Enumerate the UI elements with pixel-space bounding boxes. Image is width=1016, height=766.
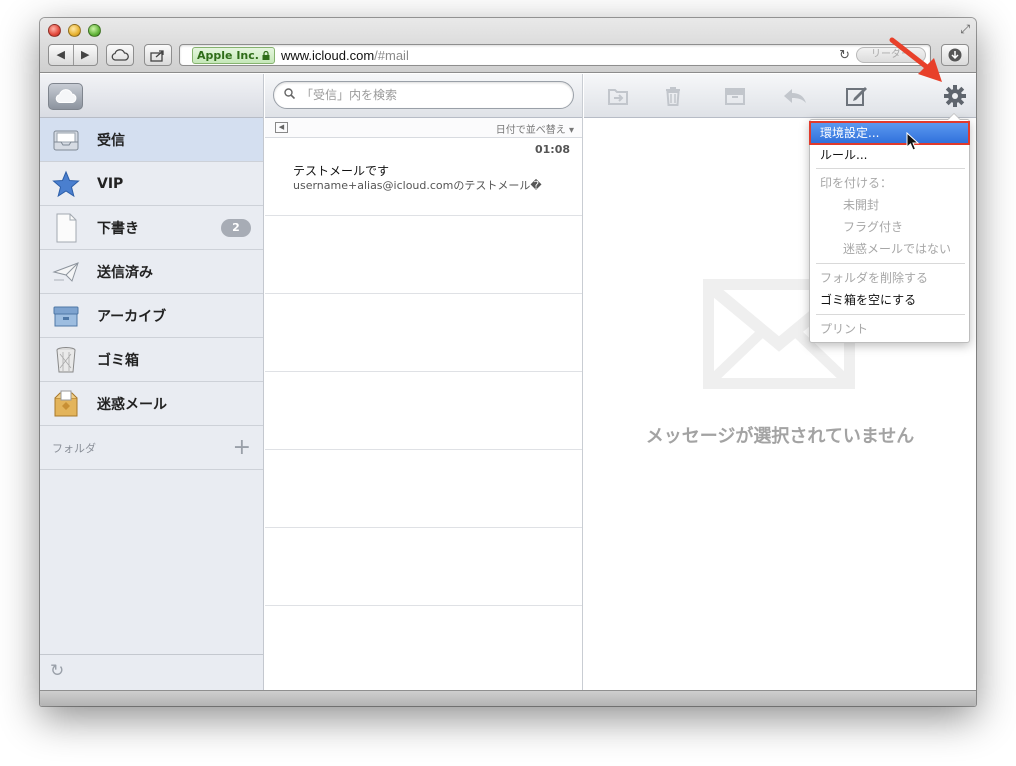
folders-section: フォルダ +	[40, 426, 263, 470]
zoom-window-button[interactable]	[88, 24, 101, 37]
menu-separator	[816, 168, 965, 169]
empty-row	[265, 294, 582, 372]
close-window-button[interactable]	[48, 24, 61, 37]
menu-item-unread[interactable]: 未開封	[810, 194, 969, 216]
forward-button[interactable]: ▶	[72, 45, 98, 65]
mouse-pointer-icon	[906, 132, 920, 151]
mailbox-trash[interactable]: ゴミ箱	[40, 338, 263, 382]
menu-item-print[interactable]: プリント	[810, 318, 969, 340]
cloud-icon	[55, 89, 76, 103]
icloud-tabs-button[interactable]	[106, 44, 134, 66]
inbox-icon	[51, 125, 81, 155]
mailbox-label: 受信	[97, 132, 125, 149]
mailbox-label: ゴミ箱	[97, 352, 139, 369]
icloud-app-switcher-button[interactable]	[48, 83, 83, 110]
search-field[interactable]	[273, 81, 574, 109]
message-list-pane: ◀ 日付で並べ替え ▾ 01:08 テストメールです username+alia…	[265, 74, 583, 690]
refresh-icon[interactable]: ↻	[50, 661, 64, 681]
move-folder-icon	[608, 89, 628, 105]
address-bar[interactable]: Apple Inc. www.icloud.com/#mail ↻ リーダー	[179, 44, 931, 66]
mailbox-inbox[interactable]: 受信	[40, 118, 263, 162]
back-button[interactable]: ◀	[49, 45, 73, 65]
ev-certificate-badge[interactable]: Apple Inc.	[192, 46, 275, 64]
mailbox-drafts[interactable]: 下書き 2	[40, 206, 263, 250]
mailbox-label: VIP	[97, 175, 124, 192]
settings-menu: 環境設定... ルール... 印を付ける： 未開封 フラグ付き 迷惑メールではな…	[809, 113, 970, 343]
draft-document-icon	[51, 213, 81, 243]
mailbox-label: 迷惑メール	[97, 396, 167, 413]
message-row[interactable]: 01:08 テストメールです username+alias@icloud.com…	[265, 138, 582, 216]
download-icon	[948, 48, 962, 62]
sort-bar: ◀ 日付で並べ替え ▾	[265, 118, 582, 138]
menu-item-mark-as: 印を付ける：	[820, 176, 893, 190]
trash-icon	[666, 87, 680, 106]
empty-row	[265, 528, 582, 606]
url-host: www.icloud.com	[280, 47, 375, 63]
cloud-icon	[111, 49, 129, 61]
fullscreen-icon[interactable]: ⤢	[960, 22, 970, 37]
sort-label: 日付で並べ替え	[495, 125, 566, 136]
mailbox-vip[interactable]: VIP	[40, 162, 263, 206]
search-icon	[284, 88, 296, 102]
trash-can-icon	[51, 345, 81, 375]
list-header	[265, 74, 582, 118]
share-button[interactable]	[144, 44, 172, 66]
sort-by-date-button[interactable]: 日付で並べ替え ▾	[496, 121, 574, 136]
compose-button[interactable]	[844, 84, 870, 108]
collapse-sidebar-icon[interactable]: ◀	[275, 122, 288, 133]
empty-row	[265, 450, 582, 528]
no-message-selected-text: メッセージが選択されていません	[645, 426, 915, 447]
browser-status-bar	[40, 690, 976, 706]
junk-box-icon	[51, 389, 81, 419]
lock-icon	[262, 50, 270, 60]
empty-row	[265, 372, 582, 450]
folders-label: フォルダ	[52, 441, 96, 455]
menu-item-rules[interactable]: ルール...	[810, 144, 969, 166]
url-path: /#mail	[374, 47, 409, 63]
message-preview: username+alias@icloud.comのテストメール�	[293, 179, 542, 192]
cert-label: Apple Inc.	[197, 48, 259, 62]
draft-count-badge: 2	[221, 219, 251, 237]
menu-item-not-junk[interactable]: 迷惑メールではない	[810, 238, 969, 260]
archive-button[interactable]	[722, 84, 748, 108]
search-input[interactable]	[301, 88, 551, 102]
sidebar-footer: ↻	[40, 654, 263, 690]
browser-toolbar: ⤢ ◀ ▶ Apple Inc. www.icloud.com/#mail ↻ …	[40, 18, 976, 73]
mailbox-sidebar: 受信 VIP 下書き 2 送信済み アーカイブ ゴミ箱 迷惑メール フォルダ +…	[40, 74, 264, 690]
archive-icon	[725, 88, 745, 105]
gear-icon	[944, 85, 966, 107]
reply-button[interactable]	[782, 84, 808, 108]
menu-item-delete-folder[interactable]: フォルダを削除する	[810, 267, 969, 289]
minimize-window-button[interactable]	[68, 24, 81, 37]
sidebar-header	[40, 74, 263, 118]
mailbox-junk[interactable]: 迷惑メール	[40, 382, 263, 426]
menu-item-preferences[interactable]: 環境設定...	[809, 121, 970, 145]
star-icon	[51, 169, 81, 199]
menu-separator	[816, 263, 965, 264]
menu-item-empty-trash[interactable]: ゴミ箱を空にする	[810, 289, 969, 311]
reload-icon[interactable]: ↻	[839, 48, 850, 63]
reply-arrow-icon	[784, 89, 806, 103]
sent-paper-plane-icon	[51, 257, 81, 287]
mailbox-label: 送信済み	[97, 264, 153, 281]
share-icon	[150, 49, 164, 62]
empty-row	[265, 216, 582, 294]
add-folder-icon[interactable]: +	[233, 436, 251, 459]
annotation-arrow-icon	[889, 37, 942, 82]
mailbox-archive[interactable]: アーカイブ	[40, 294, 263, 338]
delete-button[interactable]	[660, 84, 686, 108]
back-forward-buttons: ◀ ▶	[48, 44, 98, 66]
archive-box-icon	[51, 301, 81, 331]
message-time: 01:08	[534, 143, 570, 156]
mailbox-sent[interactable]: 送信済み	[40, 250, 263, 294]
move-to-folder-button[interactable]	[605, 84, 631, 108]
mailbox-label: アーカイブ	[97, 308, 167, 325]
menu-item-flagged[interactable]: フラグ付き	[810, 216, 969, 238]
menu-separator	[816, 314, 965, 315]
mailbox-label: 下書き	[97, 220, 139, 237]
settings-button[interactable]	[942, 84, 968, 108]
compose-icon	[846, 87, 867, 106]
